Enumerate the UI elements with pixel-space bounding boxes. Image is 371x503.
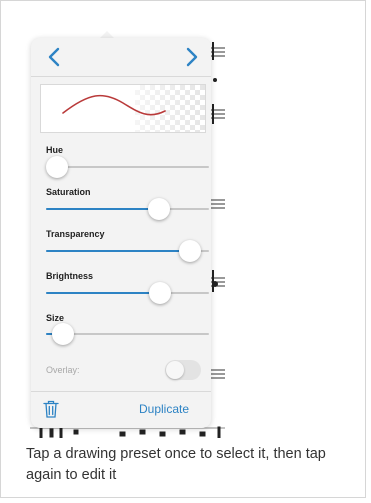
chevron-right-icon [186,47,198,67]
brightness-slider-thumb[interactable] [148,282,171,304]
transparency-label: Transparency [46,229,105,239]
previous-preset-button[interactable] [45,46,65,68]
brightness-slider[interactable] [46,282,209,304]
nav-divider [31,76,211,77]
overlay-toggle[interactable] [165,360,201,380]
hue-slider-thumb[interactable] [46,156,68,178]
saturation-slider-thumb[interactable] [147,198,170,220]
preset-nav-bar [31,38,211,76]
duplicate-button[interactable]: Duplicate [139,402,189,416]
app-screen: Hue Saturation Transparency Brightness S… [21,21,225,438]
delete-preset-button[interactable] [43,400,59,418]
next-preset-button[interactable] [181,46,201,68]
overlay-toggle-knob [166,361,184,379]
brightness-label: Brightness [46,271,94,281]
hue-label: Hue [46,145,64,155]
transparency-slider[interactable] [46,240,209,262]
chevron-left-icon [48,47,60,67]
size-slider-thumb[interactable] [51,323,74,345]
size-label: Size [46,313,65,323]
figure-caption: Tap a drawing preset once to select it, … [26,446,326,483]
overlay-label: Overlay: [46,365,80,375]
saturation-label: Saturation [46,187,91,197]
hue-slider[interactable] [46,156,209,178]
stroke-sample [62,94,166,116]
footer-divider [31,391,211,392]
transparency-slider-thumb[interactable] [178,240,201,262]
stroke-preview [40,84,206,133]
preset-editor-popover: Hue Saturation Transparency Brightness S… [31,38,211,428]
saturation-slider[interactable] [46,198,209,220]
size-slider[interactable] [46,323,209,345]
trash-icon [43,400,59,418]
